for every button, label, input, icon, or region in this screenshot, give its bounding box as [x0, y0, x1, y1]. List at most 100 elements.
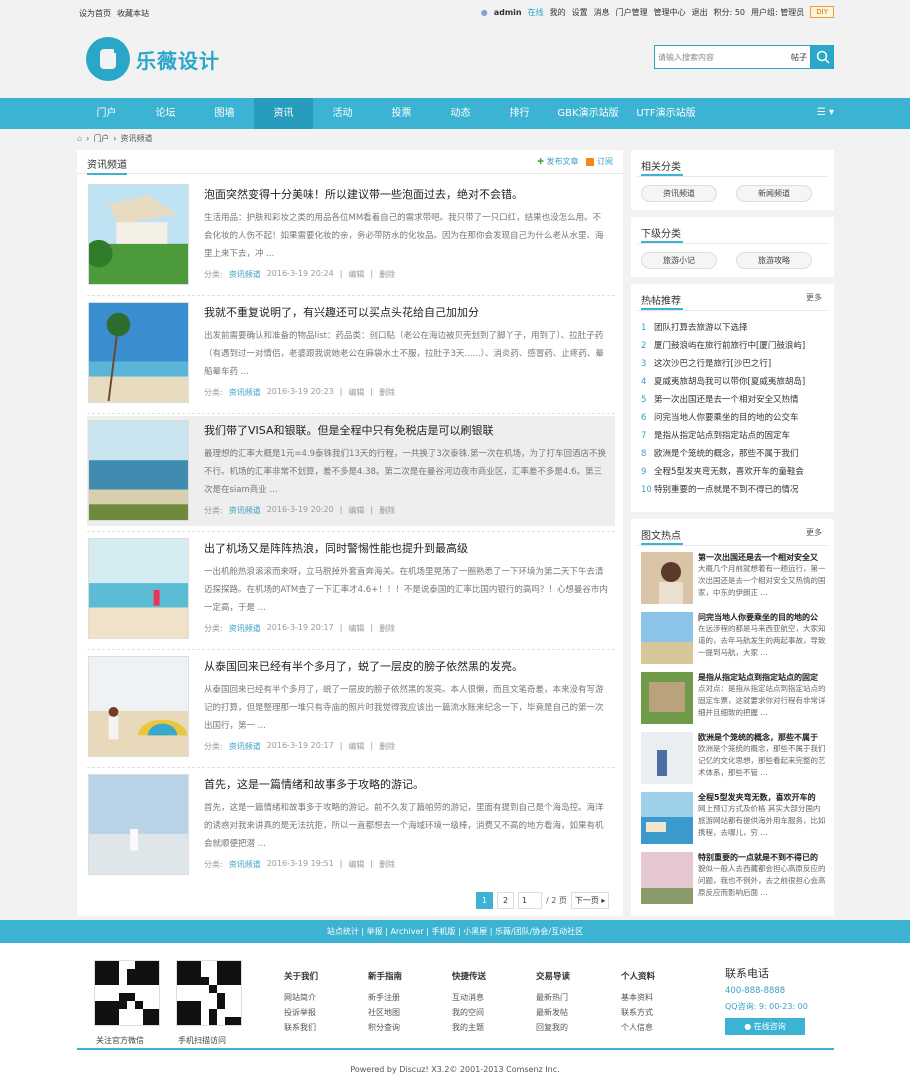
- footer-link[interactable]: 网站简介: [284, 990, 354, 1005]
- hot-post-item[interactable]: 6 问完当地人你要乘坐的目的地的公交车: [641, 411, 825, 423]
- nav-item-feed[interactable]: 动态: [431, 98, 490, 129]
- article-category[interactable]: 资讯频道: [229, 741, 261, 752]
- edit-link[interactable]: 编辑: [348, 741, 364, 752]
- breadcrumb-portal[interactable]: 门户: [93, 133, 109, 144]
- nav-item-portal[interactable]: 门户: [77, 98, 136, 129]
- next-page-button[interactable]: 下一页 ▸: [570, 892, 610, 909]
- picture-hot-item[interactable]: 问完当地人你要乘坐的目的地的公 在远涉程的都是马来西亚航空，大家知道的，去年马航…: [641, 612, 827, 668]
- hot-post-item[interactable]: 8 欧洲是个笼统的概念，那些不属于我们: [641, 447, 825, 459]
- article-title[interactable]: 从泰国回来已经有半个多月了，蜕了一层皮的膀子依然黑的发亮。: [204, 658, 612, 674]
- nav-item-picwall[interactable]: 图墙: [195, 98, 254, 129]
- page-jump-input[interactable]: 1: [518, 892, 542, 909]
- article-category[interactable]: 资讯频道: [229, 387, 261, 398]
- subscribe-button[interactable]: 订阅: [586, 156, 613, 167]
- edit-link[interactable]: 编辑: [348, 387, 364, 398]
- hot-post-item[interactable]: 2 厦门鼓浪屿在旅行前旅行中[厦门鼓浪屿]: [641, 339, 825, 351]
- article-category[interactable]: 资讯频道: [229, 859, 261, 870]
- delete-link[interactable]: 删除: [379, 505, 395, 516]
- footer-link-bar[interactable]: 站点统计 | 举报 | Archiver | 手机版 | 小黑屋 | 乐薇/团队…: [0, 920, 910, 943]
- footer-link[interactable]: 联系我们: [284, 1020, 354, 1035]
- hot-post-item[interactable]: 10 特别重要的一点就是不到不得已的情况: [641, 483, 825, 495]
- category-pill[interactable]: 旅游攻略: [736, 252, 812, 269]
- nav-item-activity[interactable]: 活动: [313, 98, 372, 129]
- bookmark-link[interactable]: 收藏本站: [117, 8, 149, 19]
- picture-hot-item[interactable]: 第一次出国还是去一个相对安全又 大概几个月前就想着有一趟远行，第一次出国还是去一…: [641, 552, 827, 608]
- hot-post-item[interactable]: 1 团队打算去旅游以下选择: [641, 321, 825, 333]
- article-thumbnail[interactable]: [88, 184, 189, 285]
- hot-post-item[interactable]: 3 这次沙巴之行是旅行[沙巴之行]: [641, 357, 825, 369]
- online-consult-button[interactable]: ● 在线咨询: [725, 1018, 805, 1035]
- footer-link[interactable]: 互动消息: [452, 990, 522, 1005]
- home-icon[interactable]: ⌂: [77, 134, 82, 143]
- article-title[interactable]: 我就不重复说明了，有兴趣还可以买点头花给自己加加分: [204, 304, 612, 320]
- post-article-button[interactable]: ✚ 发布文章: [537, 156, 578, 167]
- nav-item-ranking[interactable]: 排行: [490, 98, 549, 129]
- picture-hot-more-link[interactable]: 更多: [806, 527, 822, 538]
- article-thumbnail[interactable]: [88, 774, 189, 875]
- admin-center-link[interactable]: 管理中心: [654, 7, 686, 18]
- edit-link[interactable]: 编辑: [348, 859, 364, 870]
- page-1-button[interactable]: 1: [476, 892, 493, 909]
- edit-link[interactable]: 编辑: [348, 269, 364, 280]
- nav-menu-icon[interactable]: ☰ ▾: [817, 107, 834, 118]
- settings-link[interactable]: 设置: [572, 7, 588, 18]
- credits-menu[interactable]: 积分: 50: [714, 7, 745, 18]
- category-pill[interactable]: 旅游小记: [641, 252, 717, 269]
- nav-item-gbk-demo[interactable]: GBK演示站版: [549, 98, 627, 129]
- footer-link[interactable]: 我的主题: [452, 1020, 522, 1035]
- hot-post-item[interactable]: 9 全程5型发夹弯无数，喜欢开车的童鞋会: [641, 465, 825, 477]
- delete-link[interactable]: 删除: [379, 741, 395, 752]
- footer-link[interactable]: 最新发帖: [536, 1005, 606, 1020]
- breadcrumb-news[interactable]: 资讯频道: [120, 133, 152, 144]
- picture-hot-item[interactable]: 全程5型发夹弯无数，喜欢开车的 网上预订方式及价格 其实大部分国内旅游网站都有提…: [641, 792, 827, 848]
- nav-item-news[interactable]: 资讯: [254, 98, 313, 129]
- logout-link[interactable]: 退出: [692, 7, 708, 18]
- search-button[interactable]: [811, 45, 834, 69]
- set-homepage-link[interactable]: 设为首页: [79, 8, 111, 19]
- article-thumbnail[interactable]: [88, 302, 189, 403]
- footer-link[interactable]: 社区地图: [368, 1005, 438, 1020]
- article-thumbnail[interactable]: [88, 420, 189, 521]
- hot-post-item[interactable]: 7 是指从指定站点到指定站点的固定车: [641, 429, 825, 441]
- delete-link[interactable]: 删除: [379, 859, 395, 870]
- footer-link[interactable]: 个人信息: [621, 1020, 691, 1035]
- delete-link[interactable]: 删除: [379, 387, 395, 398]
- article-category[interactable]: 资讯频道: [229, 623, 261, 634]
- edit-link[interactable]: 编辑: [348, 623, 364, 634]
- article-thumbnail[interactable]: [88, 538, 189, 639]
- article-category[interactable]: 资讯频道: [229, 505, 261, 516]
- nav-item-forum[interactable]: 论坛: [136, 98, 195, 129]
- hot-post-item[interactable]: 5 第一次出国还是去一个相对安全又热情: [641, 393, 825, 405]
- article-title[interactable]: 我们带了VISA和银联。但是全程中只有免税店是可以刷银联: [204, 422, 612, 438]
- article-title[interactable]: 泡面突然变得十分美味！所以建议带一些泡面过去，绝对不会错。: [204, 186, 612, 202]
- footer-link[interactable]: 投诉举报: [284, 1005, 354, 1020]
- category-pill[interactable]: 新闻频道: [736, 185, 812, 202]
- picture-hot-item[interactable]: 欧洲是个笼统的概念，那些不属于 欧洲是个笼统的概念，那些不属于我们记忆的文化思想…: [641, 732, 827, 788]
- footer-link[interactable]: 基本资料: [621, 990, 691, 1005]
- delete-link[interactable]: 删除: [379, 623, 395, 634]
- footer-link[interactable]: 新手注册: [368, 990, 438, 1005]
- article-category[interactable]: 资讯频道: [229, 269, 261, 280]
- diy-button[interactable]: DIY: [810, 6, 834, 18]
- picture-hot-item[interactable]: 是指从指定站点到指定站点的固定 点对点：是指从指定站点到指定站点的固定车票，这就…: [641, 672, 827, 728]
- username-link[interactable]: admin: [494, 8, 522, 17]
- online-status[interactable]: 在线: [528, 7, 544, 18]
- article-title[interactable]: 出了机场又是阵阵热浪，同时警惕性能也提升到最高级: [204, 540, 612, 556]
- nav-item-vote[interactable]: 投票: [372, 98, 431, 129]
- footer-link[interactable]: 我的空间: [452, 1005, 522, 1020]
- footer-link[interactable]: 回复我的: [536, 1020, 606, 1035]
- portal-admin-link[interactable]: 门户管理: [616, 7, 648, 18]
- usergroup-menu[interactable]: 用户组: 管理员: [751, 7, 804, 18]
- site-logo[interactable]: 乐薇设计: [86, 36, 236, 82]
- hot-post-item[interactable]: 4 夏威夷旅胡岛我可以带你[夏威夷旅胡岛]: [641, 375, 825, 387]
- messages-link[interactable]: 消息: [594, 7, 610, 18]
- article-thumbnail[interactable]: [88, 656, 189, 757]
- search-type-select[interactable]: 帖子: [791, 52, 807, 63]
- nav-item-utf-demo[interactable]: UTF演示站版: [627, 98, 705, 129]
- hot-posts-more-link[interactable]: 更多: [806, 292, 822, 303]
- footer-link[interactable]: 积分查询: [368, 1020, 438, 1035]
- delete-link[interactable]: 删除: [379, 269, 395, 280]
- search-input[interactable]: 请输入搜索内容 帖子: [654, 45, 811, 69]
- my-menu[interactable]: 我的: [550, 7, 566, 18]
- footer-link[interactable]: 最新热门: [536, 990, 606, 1005]
